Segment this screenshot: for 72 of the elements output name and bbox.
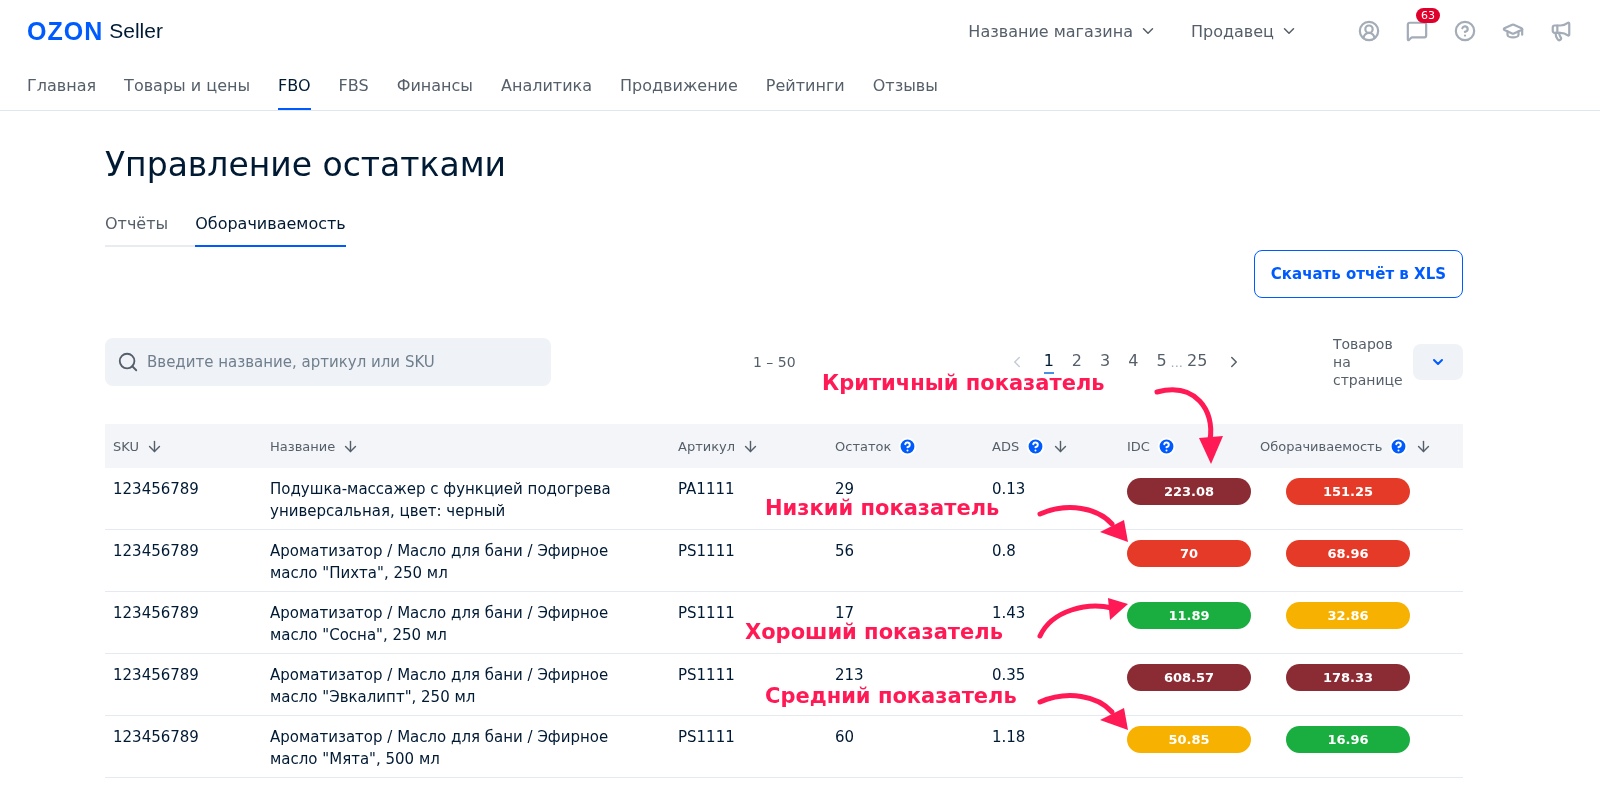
search-icon <box>117 351 139 373</box>
search-field[interactable]: Введите название, артикул или SKU <box>105 338 551 386</box>
table-cell-text: 123456789 <box>113 603 199 624</box>
column-header[interactable]: Остаток <box>835 438 892 454</box>
download-button[interactable]: Скачать отчёт в XLS <box>1253 250 1463 298</box>
idc-pill: 608.57 <box>1127 664 1251 691</box>
turnover-pill: 68.96 <box>1286 540 1410 567</box>
idc-pill: 50.85 <box>1127 726 1251 753</box>
nav-tab[interactable]: FBS <box>338 62 369 110</box>
table-cell-text: 1.18 <box>992 727 1026 748</box>
table-cell-text: Ароматизатор / Масло для бани / Эфирное масло "Пихта", 250 мл <box>270 541 610 584</box>
page-link[interactable]: 2 <box>1071 350 1082 374</box>
tab[interactable]: Оборачиваемость <box>195 214 346 247</box>
column-header[interactable]: SKU <box>113 438 139 454</box>
annotation-label: Средний показатель <box>765 684 1017 708</box>
seller-label: Seller <box>109 19 163 43</box>
table-cell-text: PS1111 <box>678 603 735 624</box>
table-cell-text: 123456789 <box>113 665 199 686</box>
nav-tab[interactable]: Отзывы <box>872 62 938 110</box>
column-header[interactable]: ADS <box>992 438 1020 454</box>
nav-tab[interactable]: Аналитика <box>501 62 592 110</box>
table-cell-text: 0.8 <box>992 541 1016 562</box>
table-cell-text: PS1111 <box>678 541 735 562</box>
table-cell-text: 56 <box>835 541 855 562</box>
table-cell-text: 213 <box>835 665 864 686</box>
nav-tab[interactable]: Финансы <box>396 62 473 110</box>
notification-badge: 63 <box>1416 8 1440 23</box>
page-link[interactable]: 5 <box>1156 350 1167 374</box>
table-cell-text: Ароматизатор / Масло для бани / Эфирное масло "Сосна", 250 мл <box>270 603 610 646</box>
table-cell-text: PS1111 <box>678 727 735 748</box>
turnover-pill: 32.86 <box>1286 602 1410 629</box>
nav-tab[interactable]: FBO <box>278 62 311 110</box>
store-dropdown[interactable]: Название магазина <box>968 21 1157 41</box>
annotation-label: Критичный показатель <box>822 371 1105 395</box>
column-header[interactable]: IDC <box>1127 438 1150 454</box>
idc-pill: 223.08 <box>1127 478 1251 505</box>
chat-icon[interactable] <box>1406 20 1428 42</box>
ellipsis: ... <box>1170 354 1183 370</box>
role-dropdown[interactable]: Продавец <box>1191 21 1298 41</box>
table-cell-text: Ароматизатор / Масло для бани / Эфирное масло "Эвкалипт", 250 мл <box>270 665 610 708</box>
column-header[interactable]: Артикул <box>678 438 736 454</box>
table-cell-text: 17 <box>835 603 855 622</box>
nav-tab[interactable]: Рейтинги <box>765 62 845 110</box>
page-link[interactable]: 25 <box>1186 350 1208 374</box>
page-link[interactable]: 1 <box>1043 350 1054 374</box>
nav-tab[interactable]: Продвижение <box>620 62 738 110</box>
table-cell-text: 60 <box>835 727 855 748</box>
idc-pill: 70 <box>1127 540 1251 567</box>
page-title: Управление остатками <box>105 145 507 184</box>
page-link[interactable]: 3 <box>1100 350 1111 374</box>
table-cell-text: 123456789 <box>113 479 199 500</box>
page-link[interactable]: 4 <box>1128 350 1139 374</box>
table-cell-text: Подушка-массажер с функцией подогрева универсальная, цвет: черный <box>270 479 612 522</box>
table-cell-text: 0.35 <box>992 665 1026 686</box>
turnover-pill: 178.33 <box>1286 664 1410 691</box>
table-cell-text: 123456789 <box>113 541 199 562</box>
turnover-pill: 16.96 <box>1286 726 1410 753</box>
per-page-label: Товаров на странице <box>1333 334 1404 390</box>
nav-tab[interactable]: Товары и цены <box>124 62 251 110</box>
range-label: 1 – 50 <box>753 354 796 370</box>
column-header[interactable]: Название <box>270 438 336 454</box>
table-cell-text: 123456789 <box>113 727 199 748</box>
column-header[interactable]: Оборачиваемость <box>1260 438 1383 454</box>
table-cell-text: PS1111 <box>678 665 735 686</box>
ozon-logo[interactable]: OZON <box>27 16 104 46</box>
idc-pill: 11.89 <box>1127 602 1251 629</box>
turnover-pill: 151.25 <box>1286 478 1410 505</box>
tab[interactable]: Отчёты <box>105 214 169 247</box>
table-cell-text: PA1111 <box>678 479 735 500</box>
table-cell-text: Ароматизатор / Масло для бани / Эфирное масло "Мята", 500 мл <box>270 727 610 770</box>
nav-tab[interactable]: Главная <box>27 62 97 110</box>
table-cell-text: 29 <box>835 479 855 498</box>
